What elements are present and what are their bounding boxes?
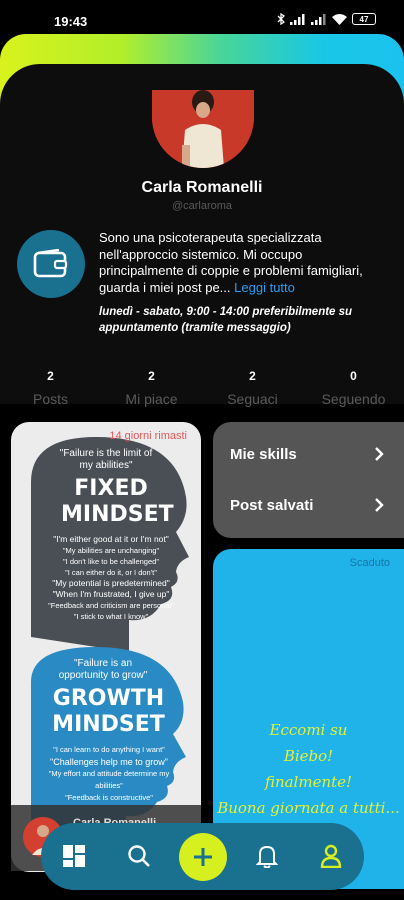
stat-label: Seguaci (227, 391, 278, 407)
wallet-button[interactable] (17, 230, 85, 298)
chevron-right-icon (375, 447, 384, 461)
fixed-line: "I don't like to be challenged" (63, 557, 159, 566)
read-more-link[interactable]: Leggi tutto (234, 280, 295, 295)
fixed-line: "I'm either good at it or I'm not" (53, 534, 169, 544)
profile-name: Carla Romanelli (141, 179, 263, 196)
avatar[interactable] (152, 90, 254, 168)
grid-icon (63, 845, 85, 867)
growth-quote: "Failure is an opportunity to grow" (58, 658, 148, 681)
stat-posts[interactable]: 2 Posts (0, 369, 101, 407)
growth-lines: "I can learn to do anything I want" "Cha… (39, 744, 179, 804)
growth-line: "Feedback is constructive" (65, 793, 153, 802)
fixed-lines: "I'm either good at it or I'm not" "My a… (41, 534, 181, 622)
fixed-quote: "Failure is the limit of my abilities" (59, 448, 153, 471)
nav-home[interactable] (60, 842, 88, 870)
stat-following[interactable]: 0 Seguendo (303, 369, 404, 407)
growth-title: GROWTH MINDSET (52, 686, 165, 737)
growth-line: "My effort and attitude determine my abi… (48, 769, 170, 790)
menu-item-saved[interactable]: Post salvati (230, 490, 384, 520)
profile-icon (320, 844, 342, 868)
fixed-line: "I can either do it, or I don't" (65, 568, 157, 577)
profile-card: Carla Romanelli @carlaroma Sono una psic… (0, 64, 404, 407)
profile-stats: 2 Posts 2 Mi piace 2 Seguaci 0 Seguendo (0, 369, 404, 407)
signal-icon (290, 13, 305, 25)
signal-icon-2 (311, 13, 326, 25)
post-status: Scaduto (349, 557, 390, 569)
bell-icon (256, 845, 278, 868)
stat-label: Posts (32, 391, 68, 407)
status-time: 19:43 (54, 14, 88, 29)
bottom-nav (41, 823, 364, 890)
stat-value: 2 (148, 369, 155, 383)
profile-hours: lunedì - sabato, 9:00 - 14:00 preferibil… (99, 306, 353, 334)
profile-handle: @carlaroma (171, 200, 233, 212)
bluetooth-icon (277, 13, 285, 25)
menu-item-label: Mie skills (230, 445, 297, 463)
fixed-line: "Feedback and criticism are personal" (48, 601, 174, 610)
chevron-right-icon (375, 498, 384, 512)
profile-menu: Mie skills Post salvati (213, 422, 404, 538)
wifi-icon (332, 13, 347, 25)
post-countdown: 14 giorni rimasti (109, 430, 187, 442)
menu-item-label: Post salvati (230, 496, 314, 514)
bio-text: Sono una psicoterapeuta specializzata ne… (99, 230, 363, 295)
stat-label: Seguendo (321, 391, 386, 407)
status-icons: 47 (277, 13, 376, 25)
battery-icon: 47 (352, 13, 376, 25)
add-icon (194, 848, 212, 866)
nav-search[interactable] (125, 842, 153, 870)
profile-bio: Sono una psicoterapeuta specializzata ne… (99, 230, 389, 296)
fixed-line: "When I'm frustrated, I give up" (52, 589, 170, 599)
fixed-line: "I stick to what I know" (73, 612, 149, 621)
stat-value: 2 (47, 369, 54, 383)
post-text-line1: Eccomi su Biebo! finalmente! (264, 721, 353, 791)
growth-line: "I can learn to do anything I want" (53, 745, 165, 754)
menu-item-skills[interactable]: Mie skills (230, 439, 384, 469)
avatar-photo (152, 90, 254, 168)
stat-followers[interactable]: 2 Seguaci (202, 369, 303, 407)
fixed-title: FIXED MINDSET (61, 476, 174, 527)
stat-label: Mi piace (125, 391, 178, 407)
stat-value: 0 (350, 369, 357, 383)
nav-profile[interactable] (317, 842, 345, 870)
nav-add-button[interactable] (179, 833, 227, 881)
stat-likes[interactable]: 2 Mi piace (101, 369, 202, 407)
post-text-line2: Buona giornata a tutti... (217, 799, 400, 817)
wallet-icon (33, 249, 68, 278)
nav-notifications[interactable] (253, 842, 281, 870)
growth-line: "Challenges help me to grow" (50, 757, 168, 767)
search-icon (128, 845, 150, 867)
fixed-line: "My potential is predetermined" (52, 578, 170, 588)
fixed-line: "My abilities are unchanging" (62, 546, 160, 555)
stat-value: 2 (249, 369, 256, 383)
